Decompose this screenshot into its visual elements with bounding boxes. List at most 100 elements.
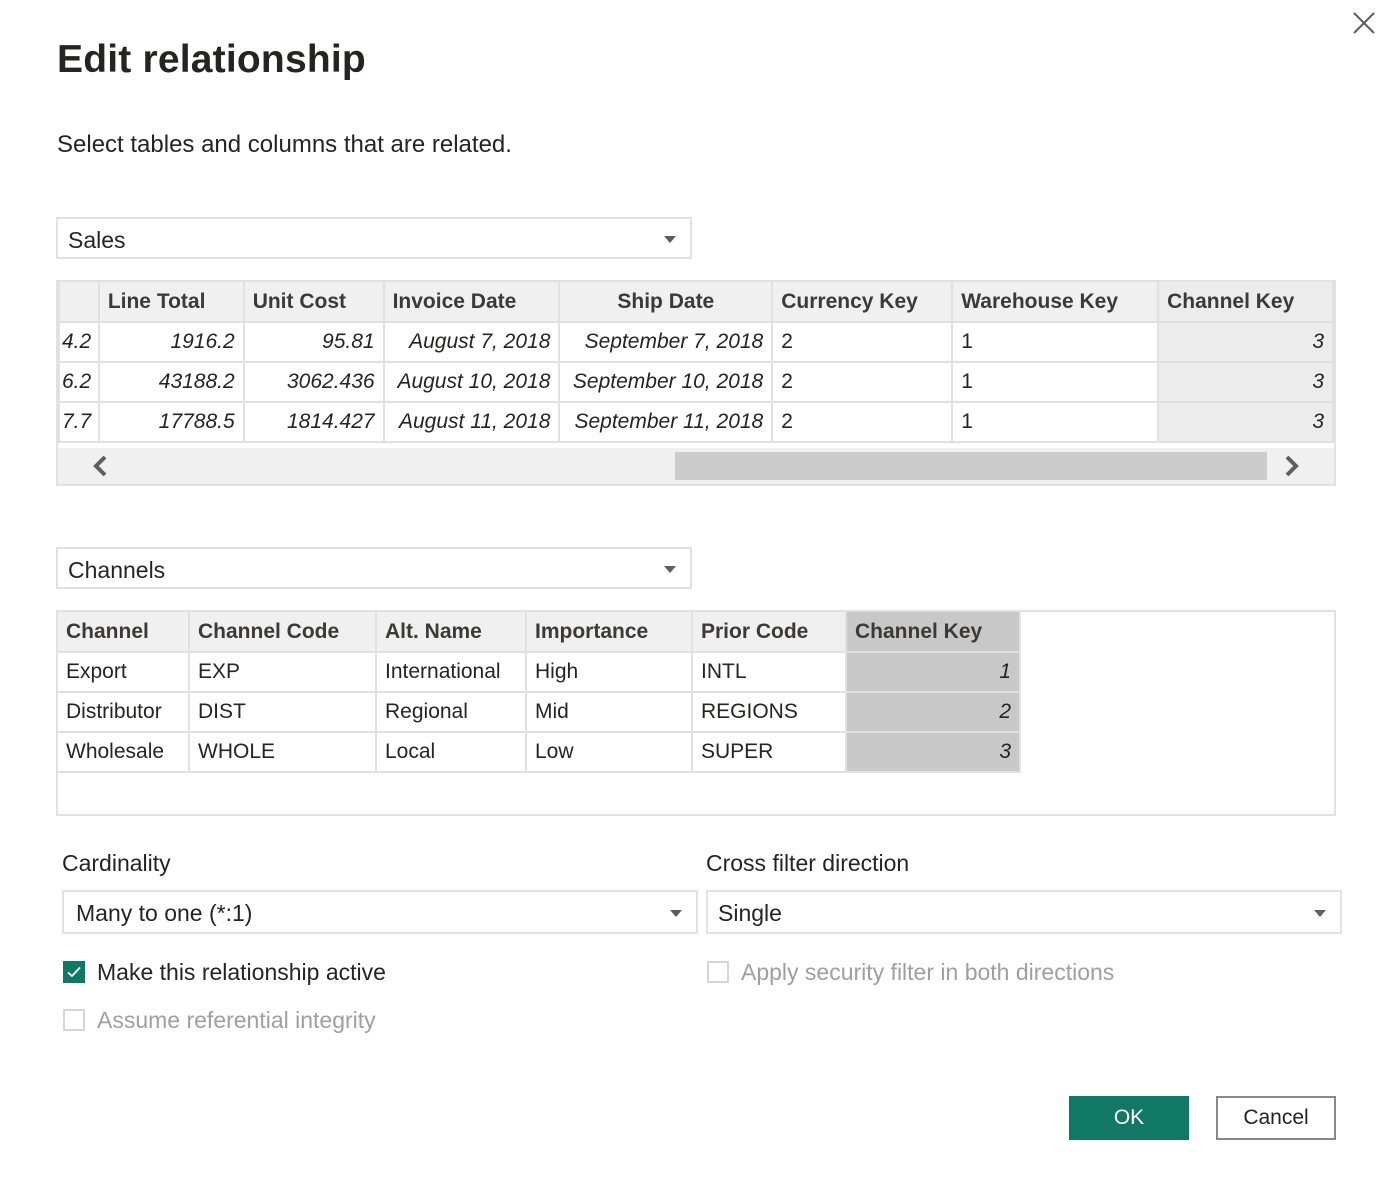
table-cell[interactable]: 4.2 [58,321,100,363]
column-header[interactable]: Invoice Date [382,282,561,323]
table1-header-row: Line Total Unit Cost Invoice Date Ship D… [58,282,1334,323]
table-cell-selected[interactable]: 3 [1157,321,1334,363]
table-cell[interactable]: INTL [691,651,847,693]
referential-integrity-checkbox[interactable] [63,1009,85,1031]
security-filter-label[interactable]: Apply security filter in both directions [741,959,1114,986]
cardinality-select[interactable]: Many to one (*:1) [62,890,698,934]
table-cell[interactable]: 2 [771,321,954,363]
table-cell[interactable]: Export [58,651,190,693]
table-cell[interactable]: International [375,651,527,693]
table-cell[interactable]: September 7, 2018 [558,321,774,363]
table-cell[interactable]: 2 [771,361,954,403]
horizontal-scrollbar[interactable] [58,448,1334,484]
scroll-right-button[interactable] [1276,450,1306,482]
table-cell[interactable]: 3062.436 [242,361,385,403]
column-header[interactable]: Importance [525,612,693,653]
table-row: Wholesale WHOLE Local Low SUPER 3 [58,731,1021,773]
table-cell-selected[interactable]: 2 [845,691,1021,733]
table-cell-selected[interactable]: 3 [845,731,1021,773]
chevron-down-icon [664,566,676,573]
column-header[interactable]: Prior Code [691,612,847,653]
table-cell[interactable]: August 11, 2018 [382,401,561,443]
column-header[interactable]: Currency Key [771,282,954,323]
edit-relationship-dialog: Edit relationship Select tables and colu… [0,0,1394,1198]
table-cell-selected[interactable]: 1 [845,651,1021,693]
table2-select-value: Channels [68,557,166,583]
table-row: Distributor DIST Regional Mid REGIONS 2 [58,691,1021,733]
scroll-left-button[interactable] [86,450,116,482]
table2-grid: Channel Channel Code Alt. Name Importanc… [58,612,1021,773]
table1-select[interactable]: Sales [56,217,692,259]
table-cell[interactable]: Local [375,731,527,773]
table-cell[interactable]: REGIONS [691,691,847,733]
table-cell[interactable]: 7.7 [58,401,100,443]
table-cell[interactable]: August 7, 2018 [382,321,561,363]
table-cell-selected[interactable]: 3 [1157,401,1334,443]
chevron-down-icon [1314,910,1326,917]
column-header[interactable]: Unit Cost [242,282,385,323]
close-button[interactable] [1349,8,1379,38]
column-header-selected[interactable]: Channel Key [1157,282,1334,323]
cross-filter-select-value: Single [718,900,782,926]
table-cell[interactable]: August 10, 2018 [382,361,561,403]
table2-header-row: Channel Channel Code Alt. Name Importanc… [58,612,1021,653]
make-active-label[interactable]: Make this relationship active [97,959,386,986]
chevron-left-icon [93,455,107,477]
chevron-right-icon [1285,455,1299,477]
table-cell[interactable]: 17788.5 [97,401,245,443]
cardinality-label: Cardinality [62,850,171,876]
table-cell[interactable]: 1 [951,401,1160,443]
table-cell[interactable]: High [525,651,693,693]
table-cell[interactable]: Low [525,731,693,773]
column-header[interactable]: Warehouse Key [951,282,1160,323]
table-row: 6.2 43188.2 3062.436 August 10, 2018 Sep… [58,361,1334,403]
table-cell[interactable]: 6.2 [58,361,100,403]
table-cell-selected[interactable]: 3 [1157,361,1334,403]
table-row: 7.7 17788.5 1814.427 August 11, 2018 Sep… [58,401,1334,443]
table1-grid: Line Total Unit Cost Invoice Date Ship D… [58,282,1334,443]
table1-preview-grid: Line Total Unit Cost Invoice Date Ship D… [56,280,1336,486]
checkmark-icon [67,966,81,978]
table-cell[interactable]: DIST [188,691,377,733]
table2-select[interactable]: Channels [56,547,692,589]
cardinality-select-value: Many to one (*:1) [76,900,253,926]
referential-integrity-label[interactable]: Assume referential integrity [97,1007,376,1034]
cross-filter-select[interactable]: Single [706,890,1342,934]
column-header[interactable]: Alt. Name [375,612,527,653]
table-cell[interactable]: Wholesale [58,731,190,773]
scrollbar-thumb[interactable] [675,452,1267,480]
column-header-selected[interactable]: Channel Key [845,612,1021,653]
column-header[interactable]: Line Total [97,282,245,323]
table-row: Export EXP International High INTL 1 [58,651,1021,693]
chevron-down-icon [664,236,676,243]
ok-button[interactable]: OK [1069,1096,1189,1140]
table-cell[interactable]: Mid [525,691,693,733]
table-cell[interactable]: 1916.2 [97,321,245,363]
column-header[interactable]: Channel [58,612,190,653]
column-header[interactable] [58,282,100,323]
column-header[interactable]: Channel Code [188,612,377,653]
column-header[interactable]: Ship Date [558,282,774,323]
table-cell[interactable]: 1 [951,361,1160,403]
table2-preview-grid: Channel Channel Code Alt. Name Importanc… [56,610,1336,816]
close-icon [1353,12,1375,34]
table-row: 4.2 1916.2 95.81 August 7, 2018 Septembe… [58,321,1334,363]
security-filter-checkbox[interactable] [707,961,729,983]
table-cell[interactable]: September 11, 2018 [558,401,774,443]
table-cell[interactable]: 95.81 [242,321,385,363]
table-cell[interactable]: 1 [951,321,1160,363]
cross-filter-label: Cross filter direction [706,850,910,876]
table-cell[interactable]: 1814.427 [242,401,385,443]
table-cell[interactable]: EXP [188,651,377,693]
table-cell[interactable]: WHOLE [188,731,377,773]
table-cell[interactable]: Regional [375,691,527,733]
table-cell[interactable]: September 10, 2018 [558,361,774,403]
table-cell[interactable]: Distributor [58,691,190,733]
cancel-button[interactable]: Cancel [1216,1096,1336,1140]
table-cell[interactable]: 43188.2 [97,361,245,403]
dialog-title: Edit relationship [57,38,366,81]
table-cell[interactable]: SUPER [691,731,847,773]
table-cell[interactable]: 2 [771,401,954,443]
make-active-checkbox[interactable] [63,961,85,983]
table1-select-value: Sales [68,227,126,253]
